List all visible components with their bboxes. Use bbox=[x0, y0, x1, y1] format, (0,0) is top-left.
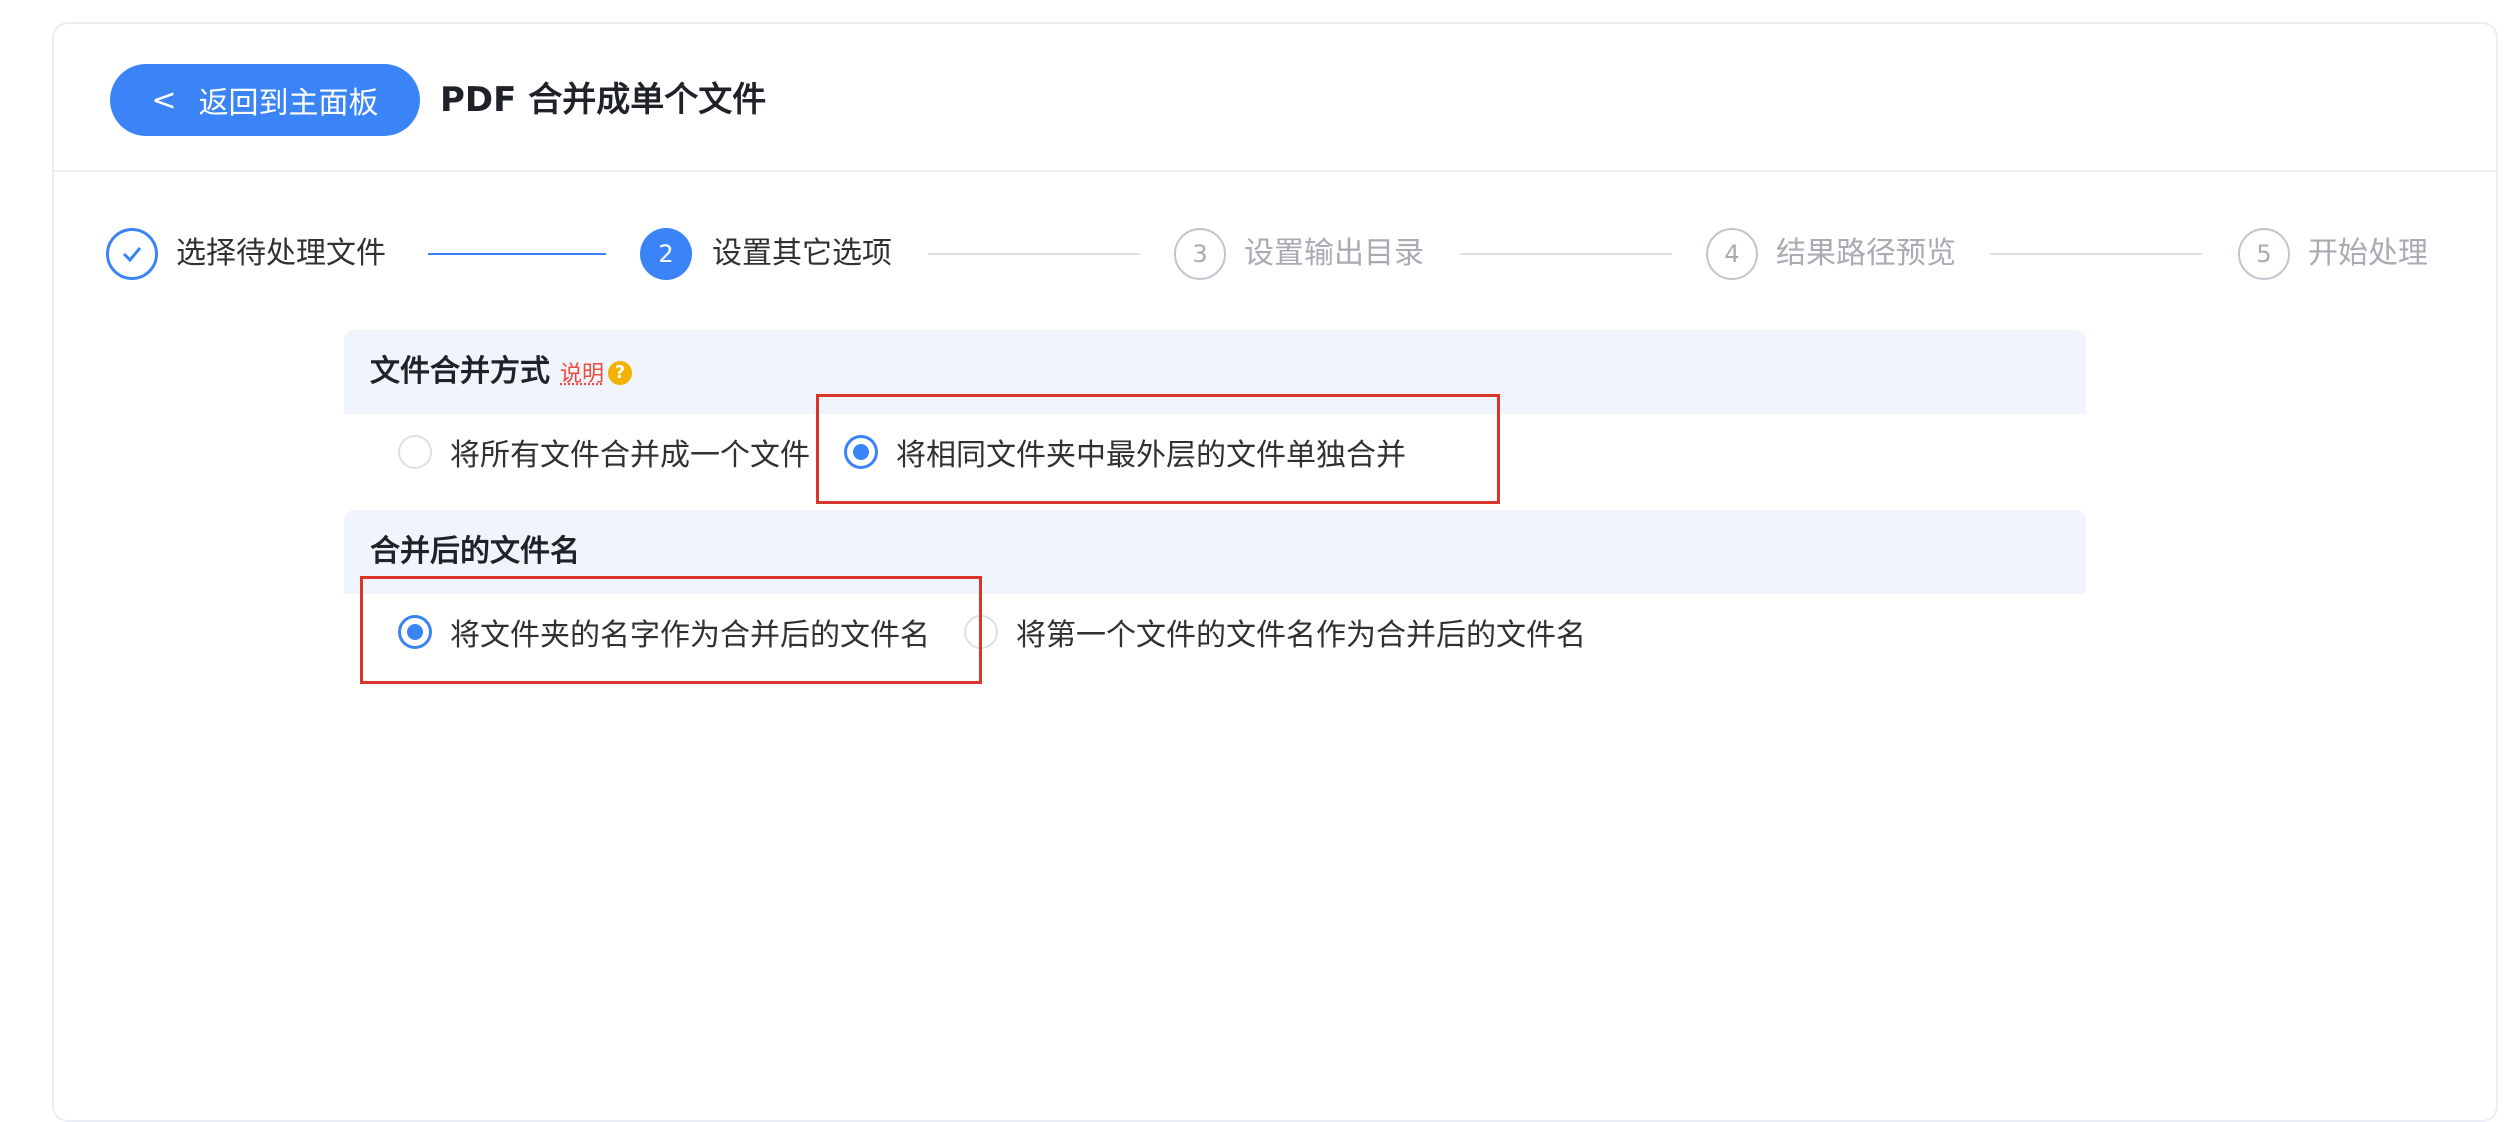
back-button-label: 返回到主面板 bbox=[198, 86, 379, 121]
merge-all-label: 将所有文件合并成一个文件 bbox=[450, 438, 810, 473]
highlight-box-merge-option bbox=[816, 394, 1500, 504]
step-1-label: 选择待处理文件 bbox=[176, 236, 386, 271]
step-2-circle: 2 bbox=[640, 228, 692, 280]
filename-title: 合并后的文件名 bbox=[370, 534, 580, 569]
step-4-label: 结果路径预览 bbox=[1776, 236, 1956, 271]
step-3-circle: 3 bbox=[1174, 228, 1226, 280]
step-4-circle: 4 bbox=[1706, 228, 1758, 280]
step-line-4 bbox=[1990, 253, 2202, 255]
back-to-dashboard-button[interactable]: < 返回到主面板 bbox=[110, 64, 420, 136]
step-5-label: 开始处理 bbox=[2308, 236, 2428, 271]
check-icon bbox=[122, 247, 142, 263]
merge-mode-title-text: 文件合并方式 bbox=[370, 354, 550, 389]
merge-mode-title: 文件合并方式 说明? bbox=[370, 350, 633, 397]
step-3-label: 设置输出目录 bbox=[1244, 236, 1424, 271]
step-1-check-icon bbox=[106, 228, 158, 280]
page-title: PDF 合并成单个文件 bbox=[440, 80, 767, 120]
step-2-label: 设置其它选项 bbox=[712, 236, 892, 271]
chevron-left-icon: < bbox=[151, 82, 177, 118]
step-line-1 bbox=[428, 253, 606, 255]
first-file-name-label: 将第一个文件的文件名作为合并后的文件名 bbox=[1016, 618, 1586, 653]
step-line-2 bbox=[928, 253, 1140, 255]
radio-circle-icon bbox=[398, 435, 432, 469]
step-line-3 bbox=[1460, 253, 1672, 255]
step-5-circle: 5 bbox=[2238, 228, 2290, 280]
first-file-name-radio[interactable]: 将第一个文件的文件名作为合并后的文件名 bbox=[964, 610, 1586, 654]
merge-all-radio[interactable]: 将所有文件合并成一个文件 bbox=[398, 430, 810, 474]
question-icon[interactable]: ? bbox=[608, 360, 633, 385]
highlight-box-filename-option bbox=[360, 576, 982, 684]
help-link[interactable]: 说明 bbox=[560, 362, 604, 387]
header: < 返回到主面板 PDF 合并成单个文件 bbox=[54, 24, 2496, 172]
